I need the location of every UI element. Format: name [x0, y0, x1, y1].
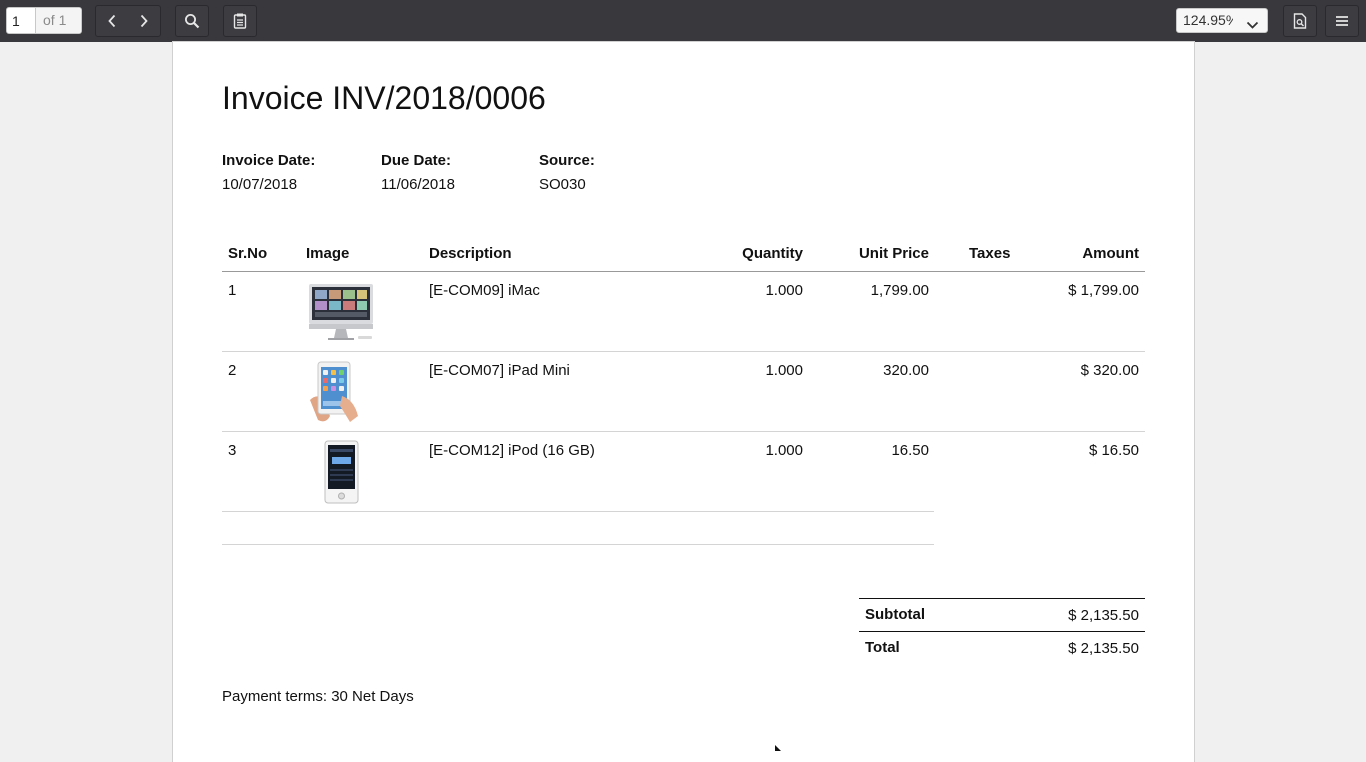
source-value: SO030	[539, 176, 586, 193]
source-block: Source: SO030	[539, 152, 595, 193]
invoice-lines-table: Sr.No Image Description Quantity Unit Pr…	[222, 240, 1145, 511]
row-unit-price: 16.50	[891, 442, 929, 459]
subtotal-label: Subtotal	[865, 606, 925, 623]
page-number-input[interactable]	[7, 8, 36, 33]
header-amount: Amount	[1082, 245, 1139, 262]
presentation-group	[1283, 5, 1317, 37]
row-quantity: 1.000	[765, 282, 803, 299]
subtotal-row: Subtotal $ 2,135.50	[859, 598, 1145, 631]
row-amount: $ 320.00	[1080, 362, 1139, 379]
ipad-product-image	[310, 361, 358, 422]
row-description: [E-COM07] iPad Mini	[429, 362, 570, 379]
menu-icon	[1335, 15, 1349, 27]
row-quantity: 1.000	[765, 442, 803, 459]
due-date-label: Due Date:	[381, 152, 452, 169]
header-description: Description	[429, 245, 512, 262]
find-button[interactable]	[176, 6, 208, 36]
invoice-date-label: Invoice Date:	[222, 152, 316, 169]
page-count-label: of 1	[36, 8, 81, 33]
header-quantity: Quantity	[742, 245, 803, 262]
table-row: 3 [E-COM12] iPod (16 GB) 1.000 16.50 $ 1…	[222, 432, 1145, 511]
due-date-block: Due Date: 11/06/2018	[381, 152, 455, 193]
total-label: Total	[865, 639, 900, 656]
table-divider	[222, 544, 934, 545]
next-page-button[interactable]	[128, 6, 160, 36]
invoice-date-value: 10/07/2018	[222, 176, 298, 193]
due-date-value: 11/06/2018	[381, 176, 455, 193]
imac-product-image	[309, 284, 373, 340]
row-unit-price: 1,799.00	[870, 282, 929, 299]
zoom-value: 124.95%	[1183, 12, 1233, 28]
row-description: [E-COM12] iPod (16 GB)	[429, 442, 595, 459]
mouse-cursor-icon	[775, 738, 783, 756]
row-description: [E-COM09] iMac	[429, 282, 540, 299]
row-sr-no: 3	[228, 442, 237, 459]
document-outline-icon	[233, 13, 247, 29]
tools-group	[1325, 5, 1359, 37]
document-outline-button[interactable]	[224, 6, 256, 36]
row-unit-price: 320.00	[883, 362, 929, 379]
row-sr-no: 2	[228, 362, 237, 379]
total-row: Total $ 2,135.50	[859, 631, 1145, 664]
header-image: Image	[306, 245, 350, 262]
invoice-date-block: Invoice Date: 10/07/2018	[222, 152, 315, 193]
sidebar-group	[223, 5, 257, 37]
subtotal-value: $ 2,135.50	[1068, 607, 1139, 624]
presentation-icon	[1293, 13, 1307, 29]
document-page: Invoice INV/2018/0006 Invoice Date: 10/0…	[173, 42, 1194, 762]
row-quantity: 1.000	[765, 362, 803, 379]
zoom-select[interactable]: 124.95%	[1176, 8, 1268, 33]
table-row: 2 [E-COM07] iPad Mini 1.000 320.00 $ 320…	[222, 352, 1145, 432]
header-taxes: Taxes	[969, 245, 1011, 262]
search-icon	[184, 13, 200, 29]
row-amount: $ 16.50	[1088, 442, 1139, 459]
row-amount: $ 1,799.00	[1068, 282, 1139, 299]
total-value: $ 2,135.50	[1068, 640, 1139, 657]
pdf-toolbar: of 1 124.95%	[0, 0, 1366, 42]
header-unit-price: Unit Price	[858, 245, 929, 262]
payment-terms: Payment terms: 30 Net Days	[222, 688, 414, 705]
invoice-title: Invoice INV/2018/0006	[222, 80, 546, 116]
table-row: 1 [E-COM09] iMac 1.000 1,799.00 $ 1,799.…	[222, 272, 1145, 352]
ipod-product-image	[324, 440, 359, 504]
chevron-right-icon	[139, 14, 149, 28]
table-divider	[222, 511, 934, 512]
row-sr-no: 1	[228, 282, 237, 299]
presentation-mode-button[interactable]	[1284, 6, 1316, 36]
chevron-down-icon	[1246, 14, 1259, 32]
page-navigator: of 1	[6, 7, 82, 34]
table-header: Sr.No Image Description Quantity Unit Pr…	[222, 240, 1145, 272]
source-label: Source:	[539, 152, 595, 169]
find-group	[175, 5, 209, 37]
page-nav-buttons	[95, 5, 161, 37]
totals-block: Subtotal $ 2,135.50 Total $ 2,135.50	[859, 598, 1145, 664]
chevron-left-icon	[107, 14, 117, 28]
header-sr-no: Sr.No	[228, 245, 268, 262]
previous-page-button[interactable]	[96, 6, 128, 36]
tools-menu-button[interactable]	[1326, 6, 1358, 36]
